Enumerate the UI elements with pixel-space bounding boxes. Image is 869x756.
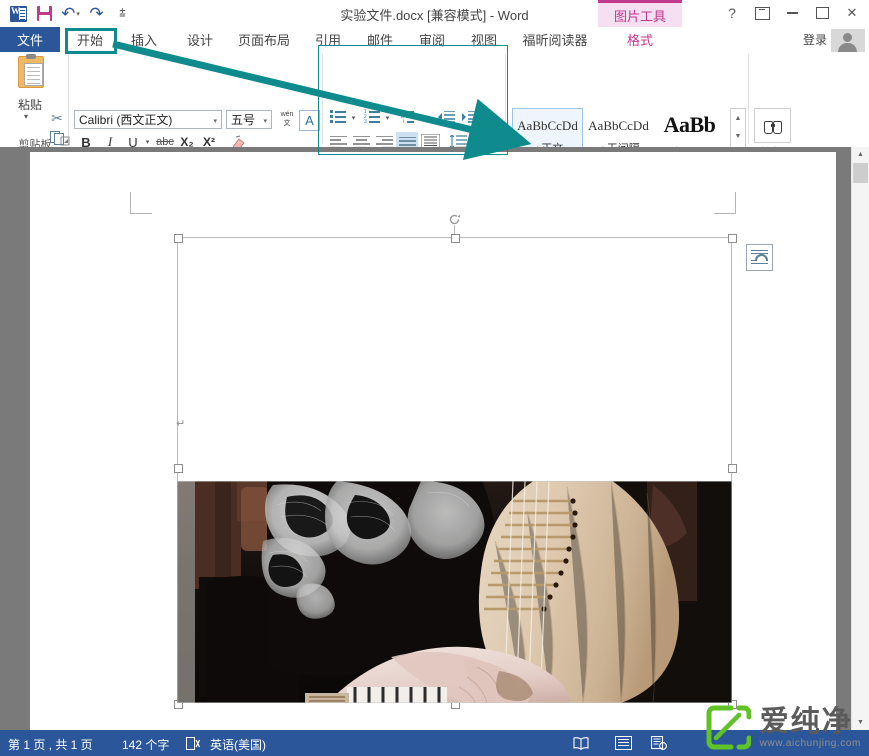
picture-tools-label: 图片工具 xyxy=(598,6,682,25)
proofing-errors-icon[interactable] xyxy=(180,734,206,752)
page-indicator[interactable]: 第 1 页 , 共 1 页 xyxy=(8,736,93,753)
web-layout-view-button[interactable] xyxy=(646,734,672,752)
vertical-scrollbar[interactable]: ▲ ▼ xyxy=(851,147,869,730)
font-name-dropdown-icon[interactable]: ▾ xyxy=(213,117,217,125)
watermark-brand: 爱纯净 xyxy=(760,706,861,736)
tab-page-layout[interactable]: 页面布局 xyxy=(228,27,300,52)
inserted-picture[interactable] xyxy=(177,481,732,703)
scroll-up-icon[interactable]: ▲ xyxy=(853,147,868,162)
character-border-icon[interactable]: A xyxy=(299,110,320,131)
sign-in-link[interactable]: 登录 xyxy=(803,31,827,48)
group-separator xyxy=(748,54,749,144)
watermark-url: www.aichunjing.com xyxy=(760,738,861,749)
margin-mark-top-left xyxy=(130,192,152,214)
layout-options-button[interactable] xyxy=(746,244,773,271)
layout-options-icon xyxy=(751,250,768,265)
read-mode-view-button[interactable] xyxy=(568,734,594,752)
tab-insert[interactable]: 插入 xyxy=(120,27,168,52)
font-size-input[interactable]: 五号 ▾ xyxy=(226,110,272,129)
resize-handle-top-right[interactable] xyxy=(728,234,737,243)
margin-mark-top-right xyxy=(714,192,736,214)
window-controls: ? ✕ xyxy=(717,2,867,24)
tab-design[interactable]: 设计 xyxy=(176,27,224,52)
minimize-icon[interactable] xyxy=(777,2,807,24)
paste-icon[interactable] xyxy=(12,56,48,96)
resize-handle-middle-right[interactable] xyxy=(728,464,737,473)
watermark: 爱纯净 www.aichunjing.com xyxy=(706,702,861,752)
resize-handle-middle-left[interactable] xyxy=(174,464,183,473)
aichunjing-logo-icon xyxy=(706,705,751,750)
print-layout-view-button[interactable] xyxy=(610,734,636,752)
restore-icon[interactable] xyxy=(807,2,837,24)
resize-handle-top-left[interactable] xyxy=(174,234,183,243)
paste-dropdown-icon[interactable]: ▾ xyxy=(24,112,28,121)
document-area: ↵ xyxy=(0,147,869,730)
clipboard-dialog-launcher[interactable] xyxy=(60,136,71,147)
word-count[interactable]: 142 个字 xyxy=(122,736,169,753)
editing-find-button[interactable] xyxy=(754,108,791,143)
font-name-value: Calibri (西文正文) xyxy=(79,111,172,128)
font-size-value: 五号 xyxy=(231,111,255,128)
tab-file[interactable]: 文件 xyxy=(0,27,60,52)
font-name-input[interactable]: Calibri (西文正文) ▾ xyxy=(74,110,222,129)
styles-scroll-down-icon[interactable]: ▼ xyxy=(731,127,745,145)
title-bar: ↶▾ ↷ ⩲ 实验文件.docx [兼容模式] - Word 图片工具 ? ✕ xyxy=(0,0,869,27)
cut-icon[interactable]: ✂ xyxy=(47,110,67,126)
tab-foxit-reader[interactable]: 福昕阅读器 xyxy=(512,27,598,52)
phonetic-guide-icon[interactable]: wén文 xyxy=(277,110,297,129)
scrollbar-thumb[interactable] xyxy=(853,163,868,183)
language-indicator[interactable]: 英语(美国) xyxy=(210,736,266,753)
ribbon-display-options-icon[interactable] xyxy=(747,2,777,24)
styles-scroll-up-icon[interactable]: ▲ xyxy=(731,109,745,127)
font-size-dropdown-icon[interactable]: ▾ xyxy=(263,117,267,125)
avatar[interactable] xyxy=(831,29,865,53)
group-separator xyxy=(68,54,69,144)
resize-handle-top-center[interactable] xyxy=(451,234,460,243)
document-page[interactable]: ↵ xyxy=(30,152,836,730)
annotation-box-dialog-launcher xyxy=(484,128,508,150)
annotation-box-home-tab xyxy=(65,28,117,54)
annotation-box-paragraph-group xyxy=(318,45,508,155)
style-sample: AaBbCcDd xyxy=(513,118,582,134)
close-icon[interactable]: ✕ xyxy=(837,2,867,24)
style-sample: AaBbCcDd xyxy=(584,118,653,134)
binoculars-icon xyxy=(764,119,782,132)
tab-picture-format[interactable]: 格式 xyxy=(600,27,680,52)
help-icon[interactable]: ? xyxy=(717,2,747,24)
paragraph-mark: ↵ xyxy=(176,417,185,430)
picture-content xyxy=(177,481,732,703)
word-window: ↶▾ ↷ ⩲ 实验文件.docx [兼容模式] - Word 图片工具 ? ✕ … xyxy=(0,0,869,756)
style-sample: AaBb xyxy=(655,112,724,138)
